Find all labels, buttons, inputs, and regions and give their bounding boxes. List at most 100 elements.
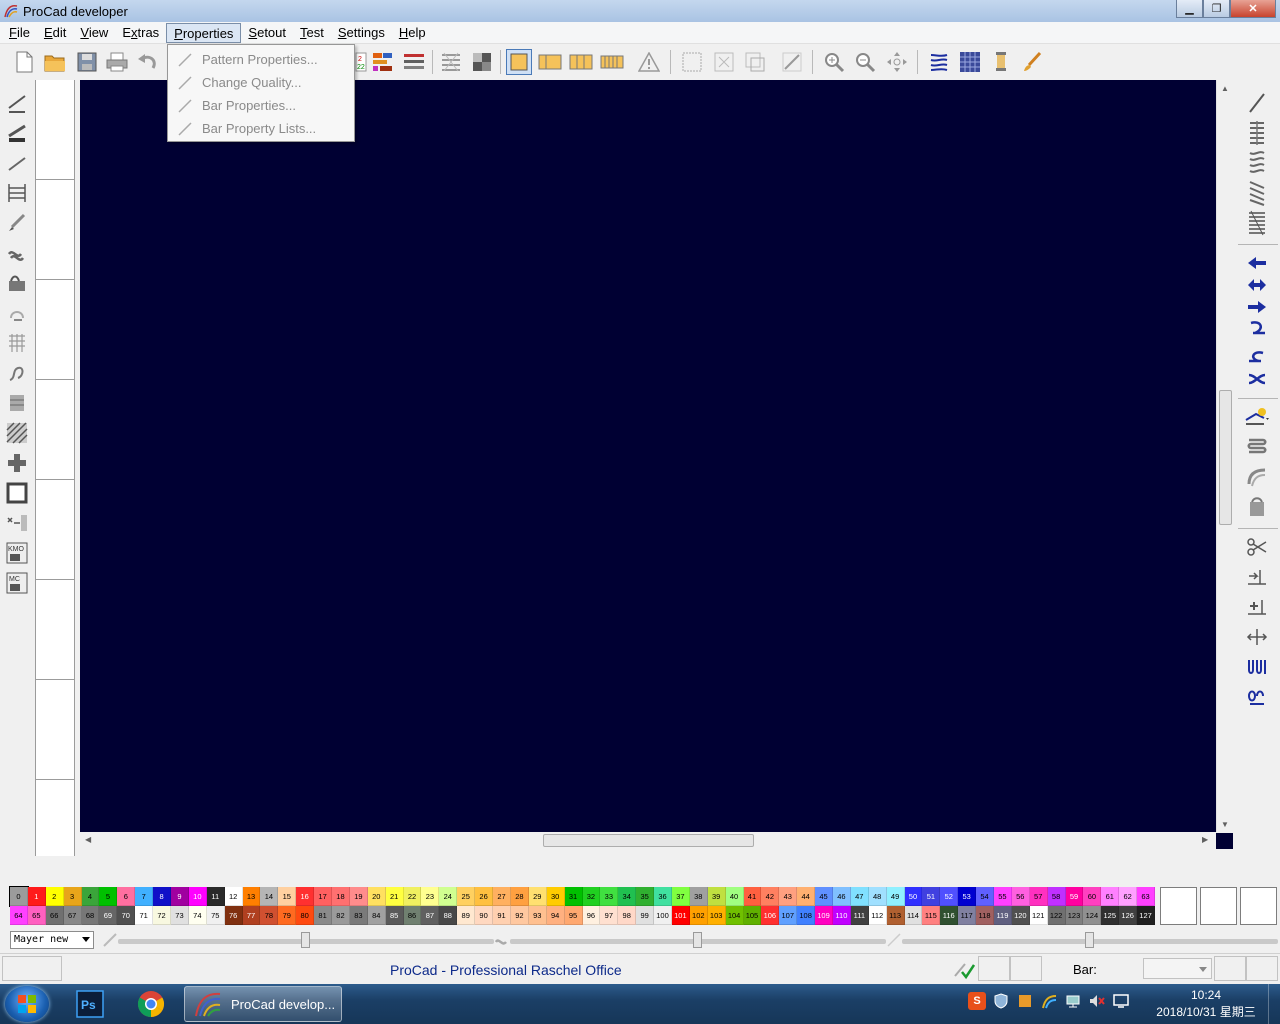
slider-knob-1[interactable] [301, 932, 310, 948]
color-swatch-8[interactable]: 8 [153, 887, 172, 906]
color-swatch-79[interactable]: 79 [278, 906, 297, 925]
color-swatch-108[interactable]: 108 [797, 906, 816, 925]
color-swatch-13[interactable]: 13 [242, 887, 261, 906]
color-swatch-27[interactable]: 27 [493, 887, 511, 906]
color-swatch-120[interactable]: 120 [1011, 906, 1030, 925]
warning-button[interactable] [636, 49, 662, 75]
menu-extras[interactable]: Extras [115, 23, 166, 43]
close-button[interactable]: ✕ [1230, 0, 1276, 18]
color-swatch-71[interactable]: 71 [135, 906, 154, 925]
color-swatch-24[interactable]: 24 [439, 887, 458, 906]
color-swatch-97[interactable]: 97 [600, 906, 619, 925]
bar-select[interactable] [1143, 958, 1212, 979]
scroll-down-icon[interactable]: ▼ [1221, 820, 1229, 829]
color-swatch-50[interactable]: 50 [904, 887, 923, 906]
color-swatch-58[interactable]: 58 [1047, 887, 1066, 906]
color-swatch-45[interactable]: 45 [815, 887, 833, 906]
selected-color-box-2[interactable] [1200, 887, 1237, 925]
frame-double-button[interactable] [537, 49, 563, 75]
arrow-both-button[interactable] [1244, 274, 1270, 296]
hatch-tool-button[interactable] [4, 420, 30, 446]
zoom-out-button[interactable] [852, 49, 878, 75]
color-swatch-60[interactable]: 60 [1083, 887, 1102, 906]
taskbar-photoshop[interactable]: Ps [62, 986, 118, 1022]
frame-multi-button[interactable] [599, 49, 625, 75]
color-swatch-81[interactable]: 81 [314, 906, 333, 925]
color-swatch-110[interactable]: 110 [832, 906, 851, 925]
color-swatch-82[interactable]: 82 [332, 906, 350, 925]
color-swatch-11[interactable]: 11 [206, 887, 225, 906]
color-swatch-115[interactable]: 115 [922, 906, 941, 925]
bar-colors-button[interactable] [370, 49, 396, 75]
check-tool-icon[interactable] [953, 958, 975, 980]
scroll-left-icon[interactable]: ◀ [85, 835, 91, 844]
frame-tool-button[interactable] [4, 480, 30, 506]
color-swatch-104[interactable]: 104 [725, 906, 744, 925]
color-swatch-1[interactable]: 1 [27, 887, 46, 906]
minimize-button[interactable]: ▁ [1176, 0, 1203, 18]
selected-color-box-3[interactable] [1240, 887, 1277, 925]
loop-left-button[interactable] [1244, 346, 1270, 368]
taskbar-clock[interactable]: 10:24 2018/10/31 星期三 [1150, 987, 1262, 1021]
color-swatch-40[interactable]: 40 [725, 887, 744, 906]
menu-change-quality[interactable]: Change Quality... [168, 71, 354, 94]
restore-button[interactable]: ❐ [1203, 0, 1230, 18]
volume-muted-icon[interactable] [1088, 992, 1106, 1010]
color-swatch-67[interactable]: 67 [63, 906, 82, 925]
color-swatch-36[interactable]: 36 [654, 887, 672, 906]
color-swatch-10[interactable]: 10 [188, 887, 207, 906]
color-swatch-16[interactable]: 16 [296, 887, 315, 906]
color-swatch-17[interactable]: 17 [314, 887, 333, 906]
color-swatch-103[interactable]: 103 [707, 906, 726, 925]
color-swatch-64[interactable]: 64 [10, 906, 28, 925]
menu-properties[interactable]: Properties [166, 22, 242, 43]
stitch-pattern-4-button[interactable] [1244, 210, 1270, 236]
slider-knob-3[interactable] [1085, 932, 1094, 948]
color-swatch-29[interactable]: 29 [528, 887, 547, 906]
color-swatch-125[interactable]: 125 [1101, 906, 1120, 925]
color-swatch-4[interactable]: 4 [81, 887, 100, 906]
stitch-pattern-1-button[interactable] [1244, 121, 1270, 145]
color-swatch-126[interactable]: 126 [1119, 906, 1138, 925]
color-swatch-62[interactable]: 62 [1119, 887, 1138, 906]
color-swatch-90[interactable]: 90 [475, 906, 494, 925]
menu-help[interactable]: Help [392, 23, 433, 43]
taskbar-chrome[interactable] [122, 986, 180, 1022]
fill-stitch-tool-button[interactable] [4, 270, 30, 296]
pattern-grid-button[interactable] [438, 49, 464, 75]
color-swatch-31[interactable]: 31 [564, 887, 583, 906]
menu-setout[interactable]: Setout [241, 23, 293, 43]
color-swatch-73[interactable]: 73 [171, 906, 189, 925]
start-button[interactable] [5, 986, 49, 1022]
color-swatch-63[interactable]: 63 [1137, 887, 1155, 906]
color-swatch-118[interactable]: 118 [976, 906, 994, 925]
color-swatch-9[interactable]: 9 [171, 887, 189, 906]
color-swatch-51[interactable]: 51 [922, 887, 941, 906]
color-swatch-7[interactable]: 7 [135, 887, 154, 906]
loop-right-button[interactable] [1244, 318, 1270, 340]
scroll-right-icon[interactable]: ▶ [1202, 835, 1208, 844]
frame-triple-button[interactable] [568, 49, 594, 75]
color-swatch-43[interactable]: 43 [779, 887, 798, 906]
color-swatch-33[interactable]: 33 [600, 887, 619, 906]
color-swatch-23[interactable]: 23 [421, 887, 440, 906]
menu-test[interactable]: Test [293, 23, 331, 43]
color-swatch-20[interactable]: 20 [367, 887, 386, 906]
color-swatch-92[interactable]: 92 [510, 906, 529, 925]
color-swatch-123[interactable]: 123 [1065, 906, 1084, 925]
color-swatch-127[interactable]: 127 [1137, 906, 1155, 925]
stitch-tool-button[interactable] [4, 240, 30, 266]
network-icon[interactable] [1064, 992, 1082, 1010]
menu-bar-properties[interactable]: Bar Properties... [168, 94, 354, 117]
color-swatch-42[interactable]: 42 [761, 887, 780, 906]
color-swatch-25[interactable]: 25 [457, 887, 476, 906]
color-swatch-78[interactable]: 78 [260, 906, 279, 925]
color-swatch-105[interactable]: 105 [743, 906, 762, 925]
selected-color-box-1[interactable] [1160, 887, 1197, 925]
color-swatch-14[interactable]: 14 [260, 887, 279, 906]
split-button[interactable] [1244, 626, 1270, 648]
scroll-up-icon[interactable]: ▲ [1221, 84, 1229, 93]
color-swatch-94[interactable]: 94 [546, 906, 565, 925]
yarn-bobbin-button[interactable] [988, 49, 1014, 75]
select-line-button[interactable] [779, 49, 805, 75]
